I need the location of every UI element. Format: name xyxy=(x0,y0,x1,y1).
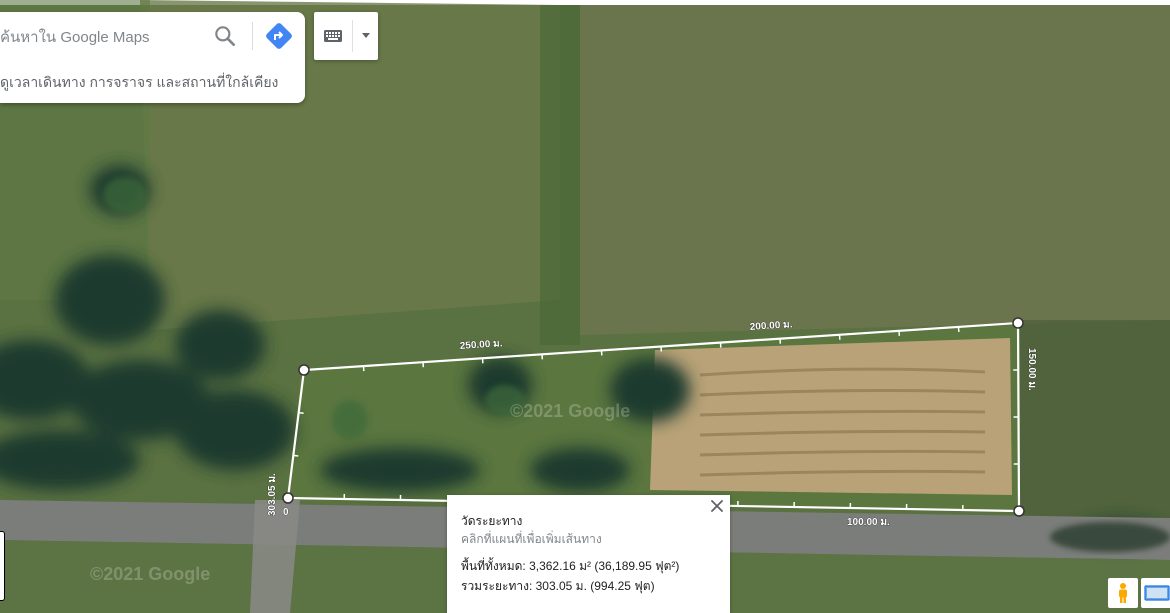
keyboard-icon xyxy=(324,30,342,42)
label-zero: 0 xyxy=(283,507,289,518)
close-icon[interactable] xyxy=(708,497,726,515)
input-tools xyxy=(314,12,378,60)
measure-vertex[interactable] xyxy=(282,492,294,504)
measure-title: วัดระยะทาง xyxy=(461,514,523,528)
input-tools-dropdown[interactable] xyxy=(353,12,378,60)
layers-button[interactable] xyxy=(1141,578,1170,608)
watermark-center: ©2021 Google xyxy=(510,401,630,421)
pegman-button[interactable] xyxy=(1108,578,1138,608)
pegman-icon xyxy=(1119,583,1127,603)
directions-icon[interactable] xyxy=(264,21,294,51)
caret-down-icon xyxy=(361,33,370,38)
measure-tick xyxy=(293,454,299,457)
measure-total-distance: รวมระยะทาง: 303.05 ม. (994.25 ฟุต) xyxy=(461,579,655,593)
measure-subtitle: คลิกที่แผนที่เพื่อเพิ่มเส้นทาง xyxy=(461,532,602,546)
label-303: 303.05 ม. xyxy=(267,473,278,516)
label-100: 100.00 ม. xyxy=(847,517,890,528)
search-row: ค้นหาใน Google Maps xyxy=(0,12,305,59)
watermark-bottom: ©2021 Google xyxy=(90,564,210,584)
measure-total-area: พื้นที่ทั้งหมด: 3,362.16 ม² (36,189.95 ฟ… xyxy=(461,559,680,573)
search-hint[interactable]: ดูเวลาเดินทาง การจราจร และสถานที่ใกล้เคี… xyxy=(0,72,278,94)
side-panel-toggle[interactable] xyxy=(0,531,5,601)
measure-distance-card: วัดระยะทาง คลิกที่แผนที่เพื่อเพิ่มเส้นทา… xyxy=(447,495,730,613)
search-divider xyxy=(252,22,253,50)
layers-icon xyxy=(1144,585,1170,601)
search-icon[interactable] xyxy=(212,23,238,49)
measure-vertex[interactable] xyxy=(1012,317,1024,329)
label-150: 150.00 ม. xyxy=(1026,348,1037,391)
measure-tick xyxy=(298,411,304,415)
search-input[interactable]: ค้นหาใน Google Maps xyxy=(0,25,205,49)
measure-vertex[interactable] xyxy=(1013,505,1025,517)
keyboard-button[interactable] xyxy=(314,12,352,60)
search-panel: ค้นหาใน Google Maps ดูเวลาเดินทาง การจรา… xyxy=(0,12,305,103)
measure-vertex[interactable] xyxy=(298,364,310,376)
